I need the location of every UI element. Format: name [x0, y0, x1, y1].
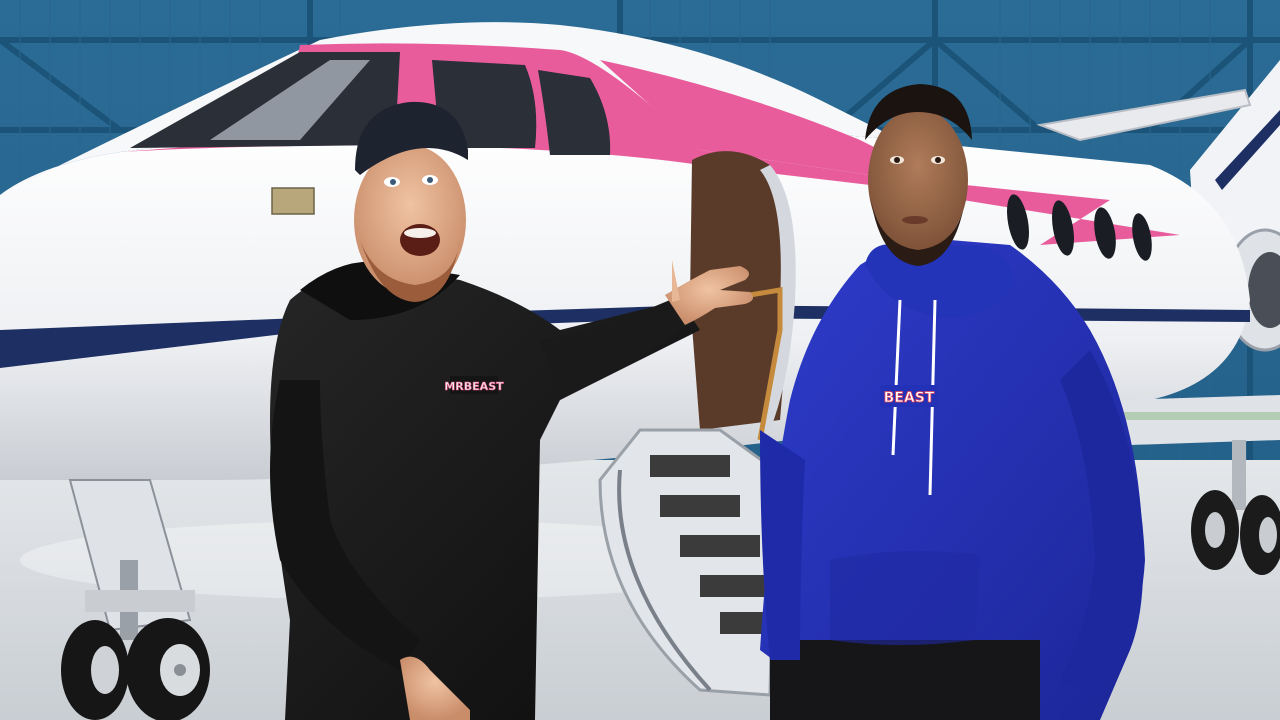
blue-hoodie-logo-text: BEAST: [884, 390, 935, 406]
blue-hoodie-logo: BEAST: [880, 385, 938, 407]
scene-illustration: MRBEAST BEAST: [0, 0, 1280, 720]
black-hoodie-logo: MRBEAST: [444, 376, 504, 394]
black-hoodie-logo-text: MRBEAST: [444, 380, 504, 393]
right-person-pants: [770, 640, 1040, 720]
fuselage-panel: [271, 187, 315, 215]
thumbnail-scene: MRBEAST BEAST: [0, 0, 1280, 720]
